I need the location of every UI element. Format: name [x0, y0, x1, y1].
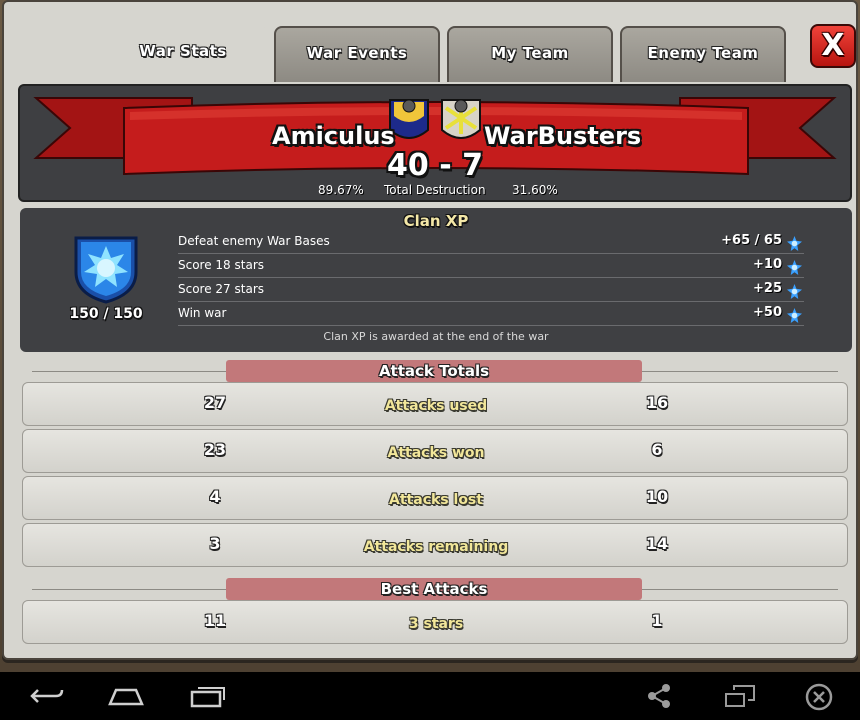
xp-row-value: +65 / 65	[721, 233, 782, 248]
xp-row-value: +50	[753, 305, 782, 320]
clan-xp-shield-icon	[74, 236, 138, 304]
tab-my-team[interactable]: My Team	[447, 26, 613, 82]
stat-label: Attacks remaining	[363, 539, 509, 555]
right-destruction: 31.60%	[512, 183, 558, 197]
share-icon[interactable]	[644, 682, 674, 710]
tab-enemy-team[interactable]: Enemy Team	[620, 26, 786, 82]
stat-row: 3 Attacks remaining 14	[22, 523, 848, 567]
xp-row: Score 27 stars +25	[178, 278, 804, 302]
right-clan-badge-icon	[441, 99, 481, 139]
back-icon[interactable]	[28, 682, 66, 710]
best-attacks-title: Best Attacks	[226, 578, 642, 600]
stat-row: 27 Attacks used 16	[22, 382, 848, 426]
stat-label: 3 stars	[408, 616, 464, 632]
xp-row-label: Score 27 stars	[178, 282, 265, 296]
stat-row: 11 3 stars 1	[22, 600, 848, 644]
screen-mirror-icon[interactable]	[724, 682, 756, 710]
close-button[interactable]: X	[810, 24, 856, 68]
xp-gem-icon	[787, 236, 802, 251]
stat-right-value: 16	[645, 393, 669, 412]
stat-label: Attacks won	[387, 445, 485, 461]
tab-war-events[interactable]: War Events	[274, 26, 440, 82]
stat-row: 23 Attacks won 6	[22, 429, 848, 473]
stat-right-value: 6	[651, 440, 663, 459]
xp-gem-icon	[787, 260, 802, 275]
xp-row-label: Defeat enemy War Bases	[178, 234, 330, 248]
tab-war-stats[interactable]: War Stats	[100, 24, 266, 84]
xp-row: Win war +50	[178, 302, 804, 326]
xp-row: Defeat enemy War Bases +65 / 65	[178, 230, 804, 254]
xp-row-label: Win war	[178, 306, 227, 320]
left-clan-name: Amiculus	[272, 122, 395, 150]
close-circle-icon[interactable]	[804, 682, 834, 712]
stat-row: 4 Attacks lost 10	[22, 476, 848, 520]
clan-xp-box: Clan XP 150 / 150 Defeat enemy War Bases…	[20, 208, 852, 352]
xp-row-value: +25	[753, 281, 782, 296]
stat-label: Attacks used	[384, 398, 488, 414]
recent-apps-icon[interactable]	[188, 682, 228, 710]
war-stats-panel: War Stats War Events My Team Enemy Team …	[2, 0, 858, 660]
clan-xp-title: Clan XP	[403, 212, 469, 230]
clan-xp-note: Clan XP is awarded at the end of the war	[323, 330, 549, 343]
right-clan-name: WarBusters	[484, 122, 642, 150]
stat-right-value: 1	[651, 611, 663, 630]
xp-row: Score 18 stars +10	[178, 254, 804, 278]
home-icon[interactable]	[106, 682, 146, 710]
best-attacks-header: Best Attacks	[32, 578, 838, 600]
stat-label: Attacks lost	[389, 492, 483, 508]
android-navigation-bar	[0, 672, 860, 720]
left-clan-badge-icon	[389, 99, 429, 139]
xp-row-label: Score 18 stars	[178, 258, 265, 272]
stat-right-value: 14	[645, 534, 669, 553]
xp-row-value: +10	[753, 257, 782, 272]
stat-right-value: 10	[645, 487, 669, 506]
xp-gem-icon	[787, 284, 802, 299]
attack-totals-title: Attack Totals	[226, 360, 642, 382]
left-destruction: 89.67%	[318, 183, 364, 197]
war-score: 40 - 7	[387, 148, 483, 183]
destruction-label: Total Destruction	[384, 183, 486, 197]
attack-totals-header: Attack Totals	[32, 360, 838, 382]
xp-gem-icon	[787, 308, 802, 323]
clan-xp-count: 150 / 150	[69, 306, 143, 322]
war-header: Amiculus WarBusters 40 - 7 89.67% Total …	[18, 84, 852, 202]
